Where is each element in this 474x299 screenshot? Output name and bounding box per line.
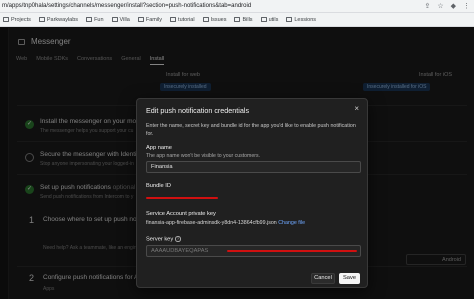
bookmark-lessions[interactable]: Lessions — [286, 17, 316, 23]
star-icon[interactable]: ☆ — [437, 2, 443, 11]
bookmarks-bar: Projects Parkwaylabs Fun Villa Family tu… — [0, 13, 474, 27]
folder-icon — [202, 17, 209, 22]
cancel-button[interactable]: Cancel — [311, 273, 335, 284]
folder-icon — [286, 17, 293, 22]
bundle-id-label: Bundle ID — [146, 183, 171, 189]
url-bar-icons: ⇪ ☆ ◆ ⋮ — [424, 2, 470, 11]
bookmark-fun[interactable]: Fun — [86, 17, 104, 23]
bookmark-tutorial[interactable]: tutorial — [170, 17, 195, 23]
service-account-key-label: Service Account private key — [146, 211, 216, 217]
server-key-label: Server key? — [146, 236, 181, 243]
edit-credentials-modal: Edit push notification credentials × Ent… — [136, 98, 368, 288]
folder-icon — [170, 17, 177, 22]
bookmark-utils[interactable]: utils — [260, 17, 278, 23]
help-icon[interactable]: ? — [175, 236, 181, 242]
folder-icon — [137, 17, 144, 22]
redacted-bundle-id[interactable] — [146, 197, 218, 199]
bookmark-projects[interactable]: Projects — [3, 17, 31, 23]
folder-icon — [234, 17, 241, 22]
share-icon[interactable]: ⇪ — [424, 2, 430, 11]
bookmark-family[interactable]: Family — [137, 17, 162, 23]
service-account-file: finansia-app-firebase-adminsdk-y8dn4-138… — [146, 220, 305, 226]
bookmark-villa[interactable]: Villa — [111, 17, 130, 23]
modal-description: Enter the name, secret key and bundle id… — [146, 123, 356, 137]
folder-icon — [38, 17, 45, 22]
browser-url-bar[interactable]: m/apps/tnp0hala/settings/channels/messen… — [0, 0, 474, 13]
folder-icon — [3, 17, 9, 22]
app-name-input[interactable]: Finansia — [146, 161, 361, 173]
bookmark-bills[interactable]: Bills — [234, 17, 253, 23]
app-name-label: App name — [146, 145, 172, 151]
url-text[interactable]: m/apps/tnp0hala/settings/channels/messen… — [2, 3, 251, 9]
service-account-filename: finansia-app-firebase-adminsdk-y8dn4-138… — [146, 220, 277, 226]
menu-icon[interactable]: ⋮ — [463, 2, 470, 11]
folder-icon — [260, 17, 267, 22]
change-file-link[interactable]: Change file — [278, 220, 305, 226]
modal-title: Edit push notification credentials — [146, 106, 250, 115]
extension-icon[interactable]: ◆ — [451, 2, 456, 11]
folder-icon — [111, 17, 118, 22]
bookmark-parkwaylabs[interactable]: Parkwaylabs — [38, 17, 78, 23]
save-button[interactable]: Save — [339, 273, 360, 284]
bookmark-issues[interactable]: Issues — [202, 17, 226, 23]
folder-icon — [86, 17, 93, 22]
redacted-server-key — [227, 250, 357, 252]
close-icon[interactable]: × — [354, 104, 359, 113]
app-name-hint: The app name won't be visible to your cu… — [146, 153, 261, 159]
